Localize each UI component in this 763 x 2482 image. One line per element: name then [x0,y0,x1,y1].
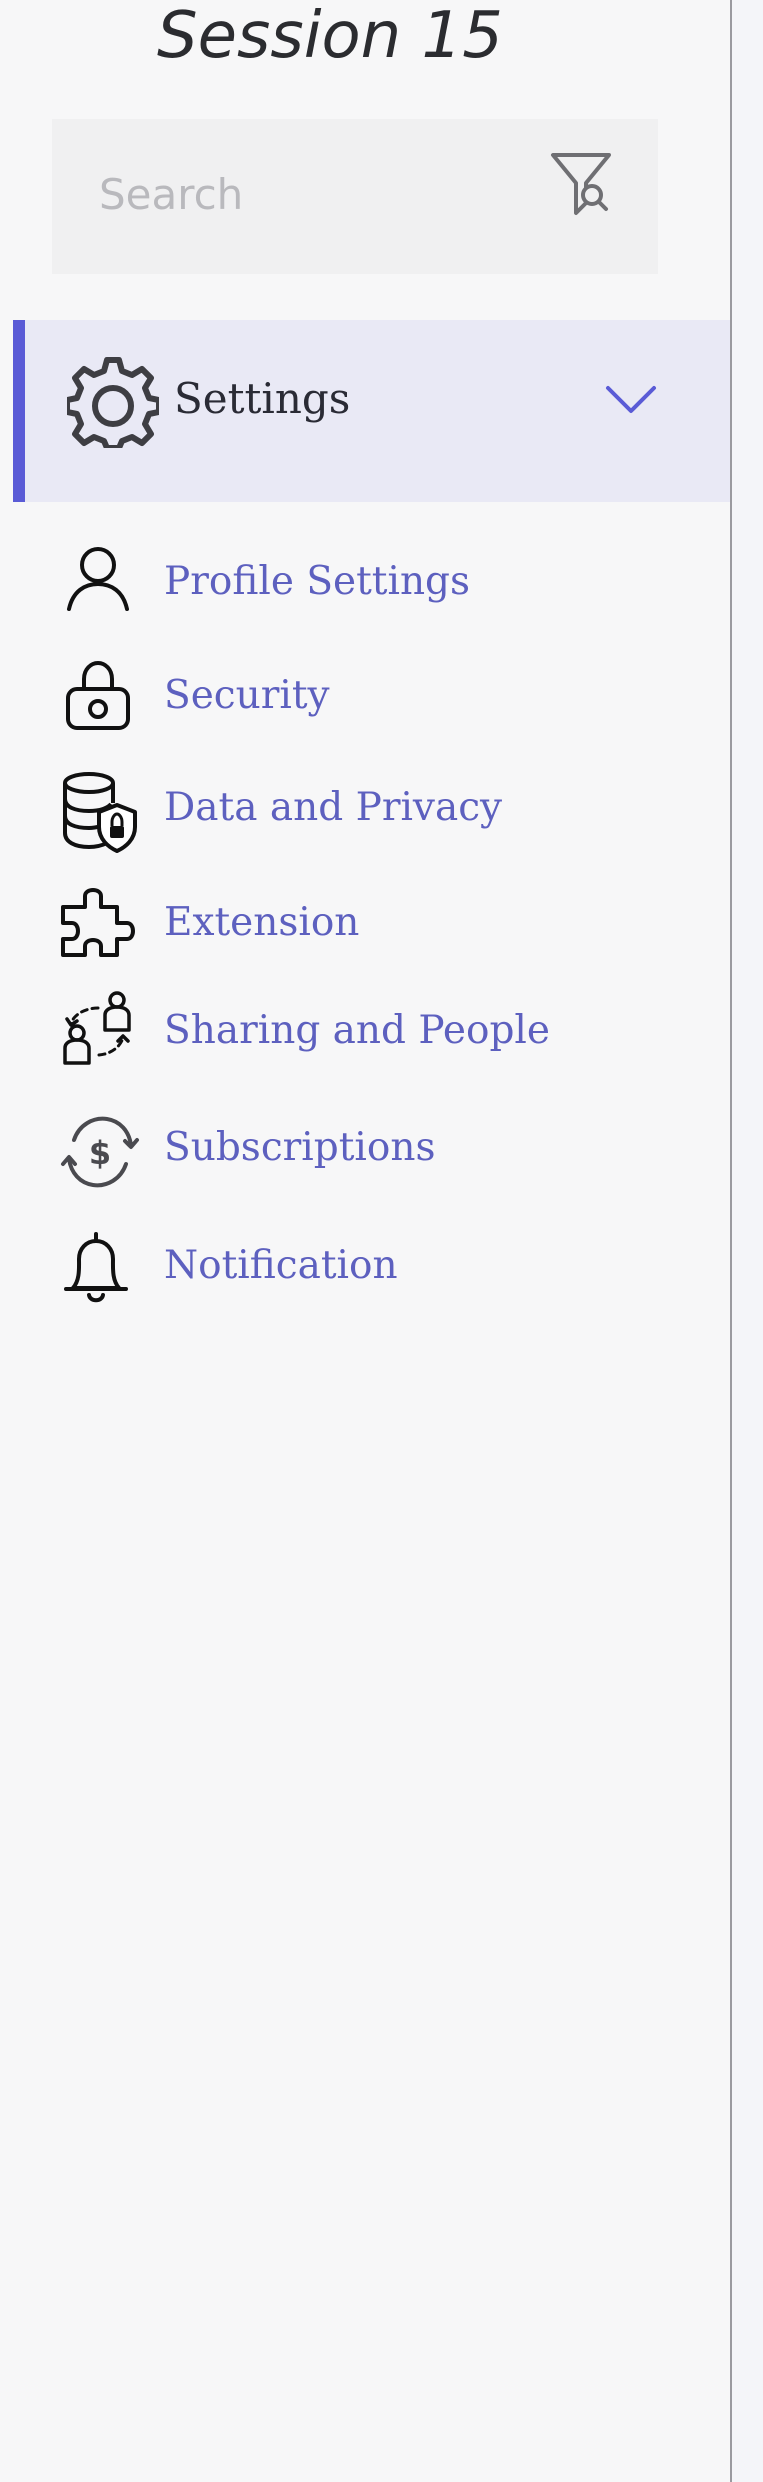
sidebar-item-label: Notification [164,1243,398,1288]
subscription-cycle-icon: $ [55,1107,145,1197]
filter-search-icon[interactable] [548,149,614,219]
main-content-edge [732,0,763,2482]
database-shield-icon [55,767,145,857]
sharing-people-icon [55,990,145,1080]
gear-icon [67,356,159,448]
sidebar-item-label: Security [164,673,330,718]
sidebar-item-extension[interactable]: Extension [55,882,705,972]
sidebar-item-label: Subscriptions [164,1125,436,1170]
bell-icon [55,1225,145,1315]
settings-label: Settings [174,374,351,423]
sidebar-item-label: Sharing and People [164,1008,550,1053]
sidebar-item-notification[interactable]: Notification [55,1225,705,1315]
search-input[interactable] [97,161,561,227]
search-box[interactable] [52,119,658,274]
person-icon [55,541,145,631]
page-title: Session 15 [157,0,503,73]
sidebar-item-security[interactable]: Security [55,655,705,745]
svg-text:$: $ [89,1134,111,1172]
sidebar-item-sharing-and-people[interactable]: Sharing and People [55,990,705,1080]
settings-sidebar: Session 15 Settings [0,0,747,2482]
settings-section-header[interactable]: Settings [13,320,747,502]
sidebar-item-label: Extension [164,900,360,945]
sidebar-item-label: Data and Privacy [164,785,503,830]
sidebar-item-profile-settings[interactable]: Profile Settings [55,541,705,631]
sidebar-item-data-and-privacy[interactable]: Data and Privacy [55,767,705,857]
sidebar-item-label: Profile Settings [164,559,471,604]
sidebar-item-subscriptions[interactable]: $ Subscriptions [55,1107,705,1197]
lock-icon [55,655,145,745]
chevron-down-icon[interactable] [605,382,657,418]
puzzle-icon [55,882,145,972]
